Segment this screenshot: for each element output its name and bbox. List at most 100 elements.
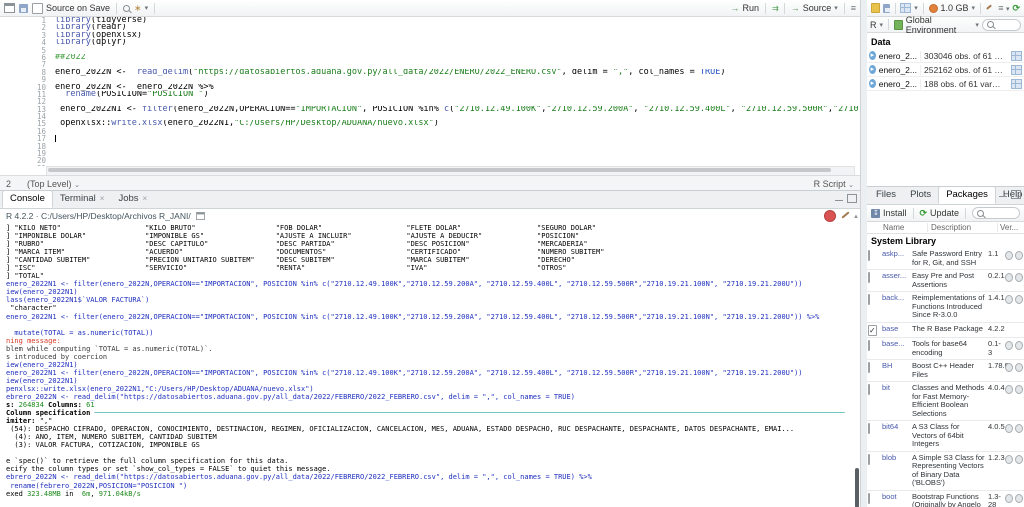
checkbox-icon[interactable]	[32, 2, 43, 14]
package-website-icon[interactable]	[1005, 273, 1013, 282]
console-body[interactable]: R 4.2.2 · C:/Users/HP/Desktop/Archivos R…	[0, 208, 860, 507]
package-checkbox[interactable]	[868, 423, 870, 434]
console-scrollbar[interactable]: ▲	[853, 214, 859, 507]
view-table-icon[interactable]	[1011, 50, 1022, 61]
editor-line[interactable]: 17	[0, 135, 860, 143]
view-table-icon[interactable]	[1011, 78, 1022, 89]
tab-terminal[interactable]: Terminal ×	[53, 191, 112, 208]
package-checkbox[interactable]: ✓	[868, 324, 877, 336]
editor-line[interactable]: 7	[0, 61, 860, 69]
import-dataset-button[interactable]: ▾	[900, 3, 918, 13]
save-workspace-icon[interactable]	[883, 3, 891, 13]
editor-line[interactable]: 14	[0, 113, 860, 121]
environment-selector[interactable]: Global Environment ▾	[906, 15, 979, 35]
maximize-icon[interactable]	[847, 194, 857, 203]
minimize-icon[interactable]	[999, 196, 1007, 197]
environment-search-input[interactable]	[981, 18, 1022, 31]
package-name-link[interactable]: boot	[882, 493, 912, 507]
expand-icon[interactable]: ▸	[869, 51, 876, 60]
package-checkbox[interactable]	[868, 453, 870, 465]
package-website-icon[interactable]	[1005, 295, 1013, 304]
editor-line[interactable]: 18	[0, 142, 860, 150]
console-pane-controls[interactable]	[835, 194, 857, 203]
package-website-icon[interactable]	[1005, 385, 1013, 394]
close-tab-icon[interactable]: ×	[143, 194, 148, 203]
clear-environment-icon[interactable]	[985, 4, 993, 10]
tab-packages[interactable]: Packages	[938, 187, 996, 204]
package-website-icon[interactable]	[1005, 493, 1013, 503]
package-row[interactable]: bit64 A S3 Class for Vectors of 64bit Int…	[867, 421, 1024, 452]
package-name-link[interactable]: base...	[882, 340, 912, 357]
package-website-icon[interactable]	[1005, 251, 1013, 260]
package-row[interactable]: bit Classes and Methods for Fast Memory-E…	[867, 382, 1024, 421]
editor-line[interactable]: 1 library(tidyverse)	[0, 17, 860, 24]
close-tab-icon[interactable]: ×	[100, 194, 105, 203]
editor-line[interactable]: 20	[0, 157, 860, 165]
remove-package-icon[interactable]	[1015, 385, 1023, 394]
tab-console[interactable]: Console	[2, 191, 53, 208]
memory-usage-button[interactable]: 1.0 GB ▾	[928, 3, 975, 13]
package-row[interactable]: asser... Easy Pre and Post Assertions 0.2.…	[867, 270, 1024, 292]
editor-line[interactable]: 12	[0, 98, 860, 106]
package-row[interactable]: ✓ base The R Base Package 4.2.2	[867, 323, 1024, 338]
package-checkbox[interactable]	[868, 272, 870, 283]
list-view-icon[interactable]: ≡ ▾	[998, 3, 1009, 13]
expand-icon[interactable]: ▸	[869, 79, 876, 88]
update-button[interactable]: ⟳ Update	[919, 208, 959, 219]
package-website-icon[interactable]	[1005, 454, 1013, 464]
package-row[interactable]: askp... Safe Password Entry for R, Git, a…	[867, 248, 1024, 270]
remove-package-icon[interactable]	[1015, 295, 1023, 304]
package-name-link[interactable]: BH	[882, 362, 912, 379]
package-row[interactable]: base... Tools for base64 encoding 0.1-3	[867, 338, 1024, 360]
maximize-icon[interactable]	[1011, 190, 1021, 199]
view-table-icon[interactable]	[1011, 64, 1022, 75]
remove-package-icon[interactable]	[1015, 493, 1023, 503]
remove-package-icon[interactable]	[1015, 363, 1023, 372]
editor-line[interactable]: 4 library(dplyr)	[0, 39, 860, 47]
environment-row[interactable]: ▸ enero_2... 303046 obs. of 61 …	[867, 49, 1024, 63]
scope-selector[interactable]: (Top Level) ⌄	[27, 179, 80, 189]
package-name-link[interactable]: askp...	[882, 250, 912, 267]
load-workspace-icon[interactable]	[871, 3, 881, 13]
tab-plots[interactable]: Plots	[903, 187, 938, 204]
show-directory-icon[interactable]	[195, 212, 205, 220]
code-tools-button[interactable]: ∗ ▾	[134, 3, 148, 14]
remove-package-icon[interactable]	[1015, 424, 1023, 433]
remove-package-icon[interactable]	[1015, 341, 1023, 350]
packages-search-input[interactable]	[972, 207, 1020, 219]
package-name-link[interactable]: base	[882, 325, 912, 336]
clear-console-icon[interactable]	[841, 211, 850, 219]
code-editor[interactable]: 1 library(tidyverse) 2 library(readr) 3 libra…	[0, 17, 860, 166]
editor-line[interactable]: 3 library(openxlsx)	[0, 31, 860, 39]
install-button[interactable]: Install	[871, 208, 907, 218]
package-row[interactable]: boot Bootstrap Functions (Originally by A…	[867, 491, 1024, 507]
package-row[interactable]: BH Boost C++ Header Files 1.78.0	[867, 360, 1024, 382]
editor-line[interactable]: 13 enero_2022N1 <- filter(enero_2022N,OP…	[0, 105, 860, 113]
source-on-save-checkbox[interactable]: Source on Save	[32, 2, 110, 14]
package-row[interactable]: back... Reimplementations of Functions In…	[867, 292, 1024, 323]
editor-line[interactable]: 6 ##2022	[0, 53, 860, 61]
open-in-window-icon[interactable]	[4, 3, 15, 13]
package-checkbox[interactable]	[868, 294, 870, 305]
environment-row[interactable]: ▸ enero_2... 188 obs. of 61 var…	[867, 77, 1024, 91]
package-name-link[interactable]: asser...	[882, 272, 912, 289]
tab-jobs[interactable]: Jobs ×	[111, 191, 154, 208]
remove-package-icon[interactable]	[1015, 273, 1023, 282]
expand-icon[interactable]: ▸	[869, 65, 876, 74]
editor-line[interactable]: 11 rename(POSICION="POSICION ")	[0, 90, 860, 98]
outline-icon[interactable]: ≡	[851, 3, 856, 13]
editor-line[interactable]: 9	[0, 76, 860, 84]
minimize-icon[interactable]	[835, 200, 843, 201]
remove-package-icon[interactable]	[1015, 454, 1023, 464]
editor-line[interactable]: 15 openxlsx::write.xlsx(enero_2022N1,"C:…	[0, 120, 860, 128]
source-button[interactable]: → Source ▾	[791, 3, 838, 13]
editor-line[interactable]: 8 enero_2022N <- read_delim("https://dato…	[0, 68, 860, 76]
remove-package-icon[interactable]	[1015, 251, 1023, 260]
package-checkbox[interactable]	[868, 492, 870, 504]
package-website-icon[interactable]	[1005, 341, 1013, 350]
run-button[interactable]: → Run	[730, 3, 759, 13]
package-name-link[interactable]: back...	[882, 294, 912, 320]
editor-line[interactable]: 2 library(readr)	[0, 24, 860, 32]
language-selector[interactable]: R ▾	[870, 20, 883, 30]
package-name-link[interactable]: blob	[882, 454, 912, 488]
